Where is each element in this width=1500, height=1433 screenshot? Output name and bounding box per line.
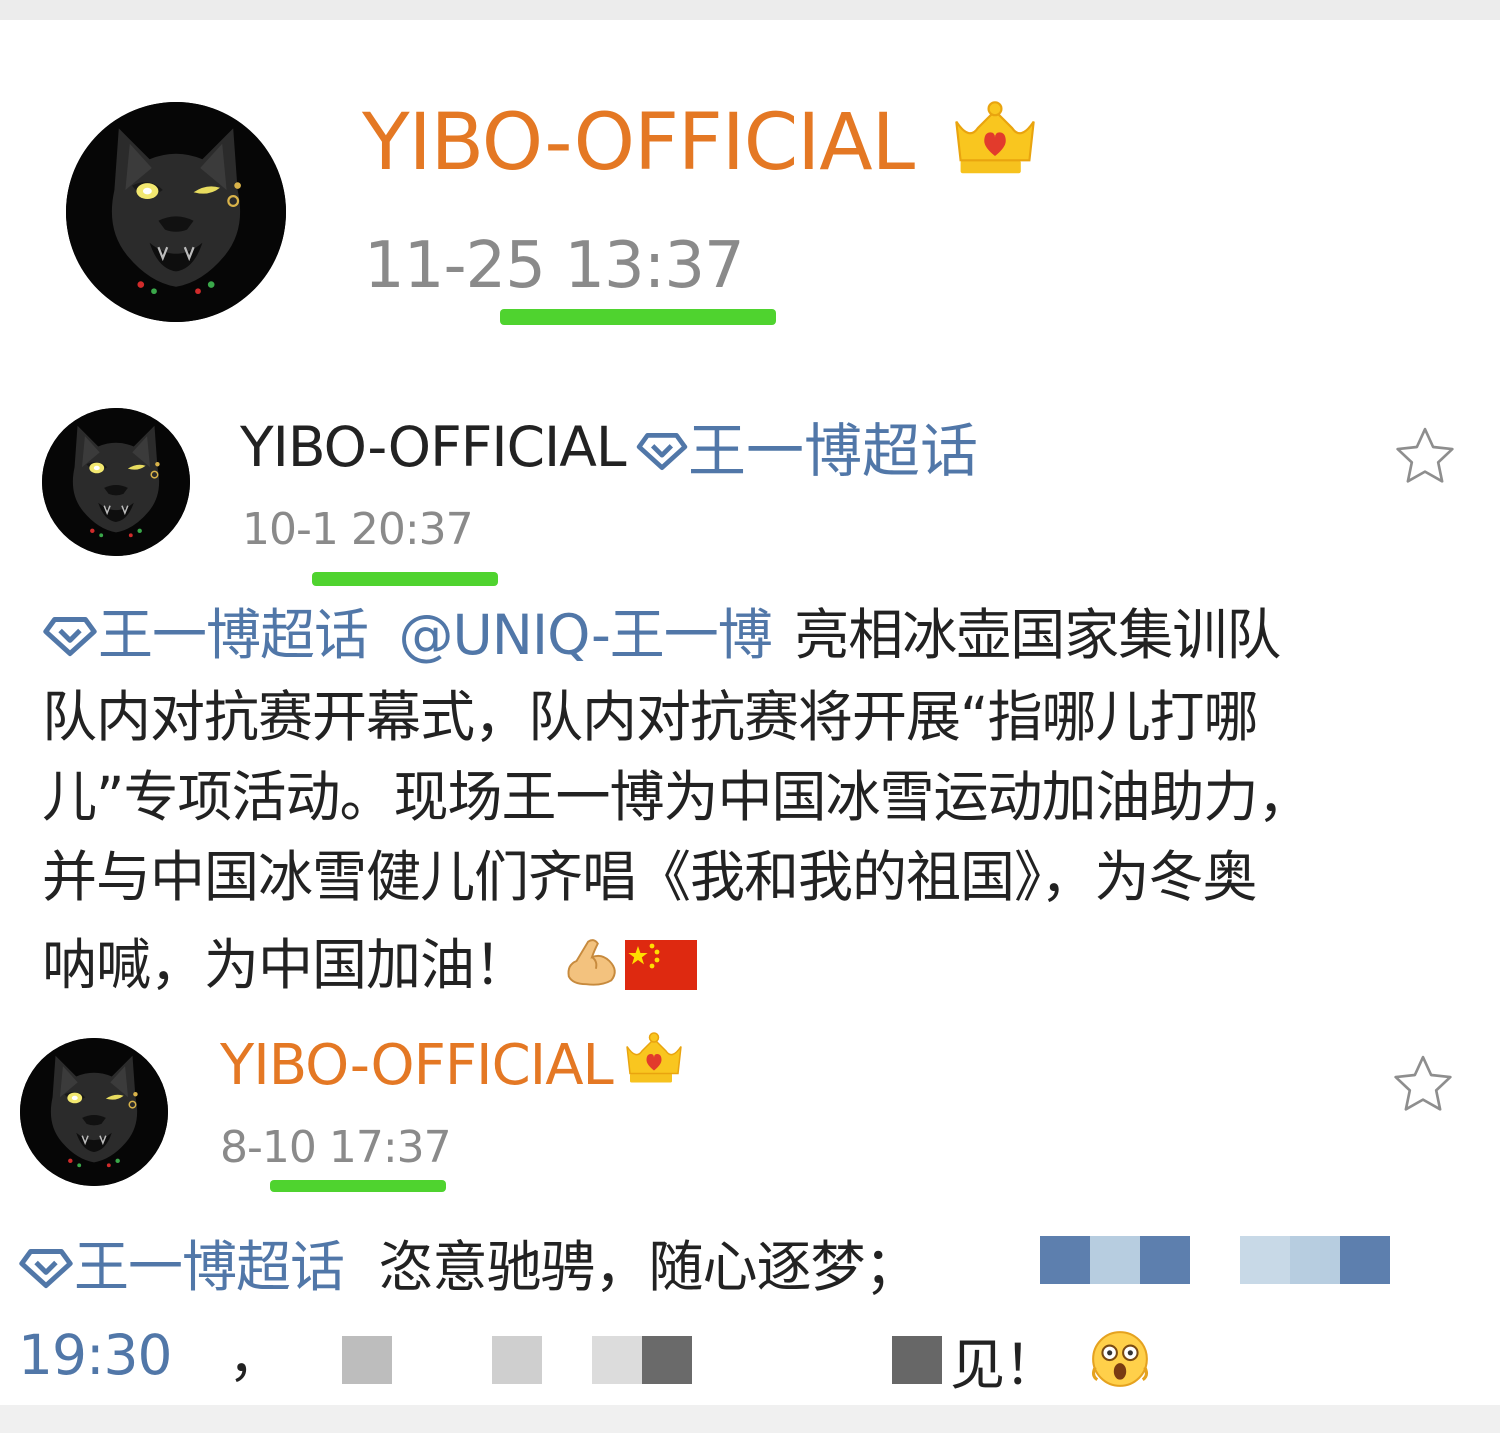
post1-username[interactable]: YIBO-OFFICIAL — [240, 420, 626, 475]
post2-topic-link[interactable]: 王一博超话 — [74, 1235, 345, 1299]
post1-timestamp-underline — [312, 572, 498, 586]
post1-text-line1: 亮相冰壶国家集训队 — [794, 603, 1281, 667]
post1-body-line1: 王一博超话 @UNIQ-王一博 亮相冰壶国家集训队 — [42, 608, 1281, 663]
post2-timestamp-underline — [270, 1180, 446, 1192]
redaction-mosaic — [342, 1336, 392, 1384]
black-panther-avatar-icon — [66, 102, 286, 322]
post1-body-line3: 儿”专项活动。现场王一博为中国冰雪运动加油助力， — [42, 765, 1312, 829]
redaction-mosaic — [642, 1336, 692, 1384]
supertopic-diamond-icon — [18, 1246, 74, 1290]
redaction-mosaic — [1090, 1236, 1140, 1284]
post1-avatar[interactable] — [42, 408, 190, 556]
post1-supertopic-link[interactable]: 王一博超话 — [636, 418, 978, 480]
post1-text-line5: 呐喊，为中国加油！ — [42, 933, 529, 997]
post1-body-line4: 并与中国冰雪健儿们齐唱《我和我的祖国》，为冬奥 — [42, 845, 1258, 909]
bottom-strip — [0, 1405, 1500, 1433]
post2-body-line1: 王一博超话 恣意驰骋，随心逐梦； — [18, 1240, 920, 1295]
top-strip — [0, 0, 1500, 20]
post2-favorite-star-icon[interactable] — [1390, 1052, 1456, 1118]
post2-line2-end: 见！ — [950, 1328, 1151, 1393]
header-username[interactable]: YIBO-OFFICIAL — [362, 104, 915, 182]
redaction-mosaic — [1240, 1236, 1290, 1284]
china-flag-emoji-icon — [624, 940, 697, 990]
redaction-mosaic — [492, 1336, 542, 1384]
crown-badge-icon — [952, 98, 1038, 184]
post1-supertopic-label: 王一博超话 — [688, 416, 979, 485]
profile-avatar[interactable] — [66, 102, 286, 322]
post1-body-line2: 队内对抗赛开幕式，队内对抗赛将开展“指哪儿打哪 — [42, 685, 1258, 749]
post2-comma: ， — [228, 1325, 283, 1389]
post2-crown-icon — [624, 1030, 684, 1090]
post1-topic-link[interactable]: 王一博超话 — [98, 603, 369, 667]
post2-timestamp: 8-10 17:37 — [220, 1122, 452, 1173]
shocked-face-emoji-icon — [1091, 1331, 1148, 1387]
post2-avatar[interactable] — [20, 1038, 168, 1186]
post1-timestamp: 10-1 20:37 — [242, 504, 474, 555]
redaction-mosaic — [1040, 1236, 1090, 1284]
flexed-biceps-emoji-icon — [567, 939, 616, 986]
post1-favorite-star-icon[interactable] — [1392, 424, 1458, 490]
supertopic-diamond-icon — [42, 614, 98, 658]
supertopic-diamond-icon — [636, 430, 688, 472]
redaction-mosaic — [892, 1336, 942, 1384]
post1-body-line5: 呐喊，为中国加油！ — [42, 932, 697, 993]
redaction-mosaic — [1340, 1236, 1390, 1284]
post1-mention-link[interactable]: @UNIQ-王一博 — [399, 603, 773, 667]
black-panther-avatar-icon — [42, 408, 190, 556]
black-panther-avatar-icon — [20, 1038, 168, 1186]
redaction-mosaic — [1140, 1236, 1190, 1284]
post2-time-text: 19:30 — [18, 1323, 173, 1387]
post2-text-line1: 恣意驰骋，随心逐梦； — [378, 1235, 920, 1299]
redaction-mosaic — [1290, 1236, 1340, 1284]
redaction-mosaic — [592, 1336, 642, 1384]
header-timestamp: 11-25 13:37 — [364, 229, 745, 303]
header-timestamp-underline — [500, 309, 776, 325]
post2-username[interactable]: YIBO-OFFICIAL — [220, 1038, 614, 1094]
post2-end-text: 见！ — [950, 1333, 1059, 1397]
